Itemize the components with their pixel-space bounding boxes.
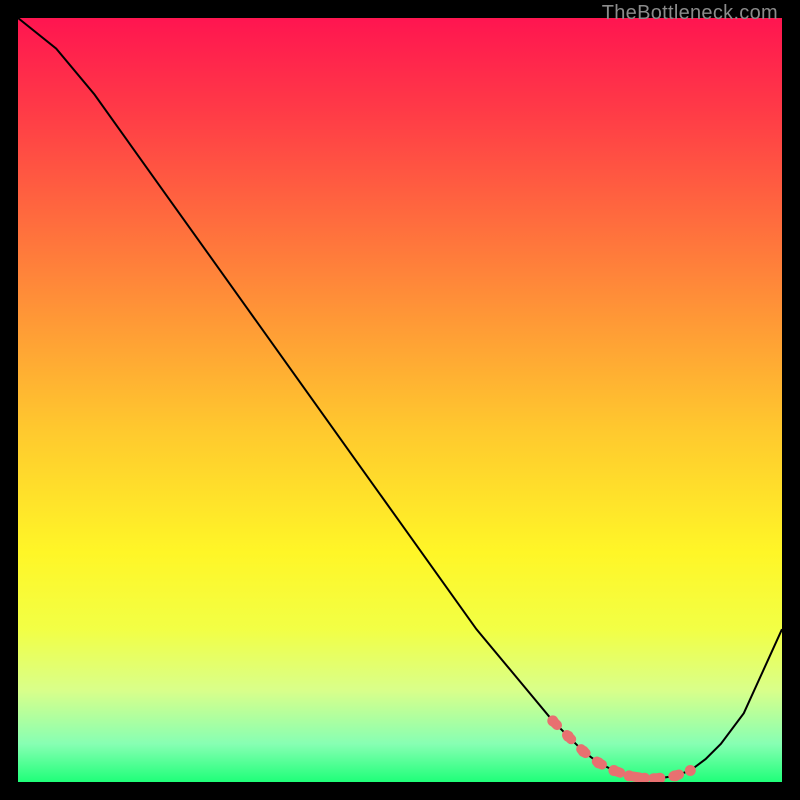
trough-dot — [547, 715, 558, 726]
watermark-text: TheBottleneck.com — [602, 2, 778, 25]
trough-dot-group — [547, 715, 696, 782]
chart-plot-area — [18, 18, 782, 782]
trough-highlight — [553, 721, 691, 778]
trough-dot — [624, 770, 635, 781]
trough-dot — [593, 757, 604, 768]
trough-dot — [563, 731, 574, 742]
trough-dot — [685, 765, 696, 776]
curve-line — [18, 18, 782, 778]
chart-svg — [18, 18, 782, 782]
trough-dot — [608, 765, 619, 776]
trough-dot — [670, 770, 681, 781]
trough-dot — [578, 746, 589, 757]
